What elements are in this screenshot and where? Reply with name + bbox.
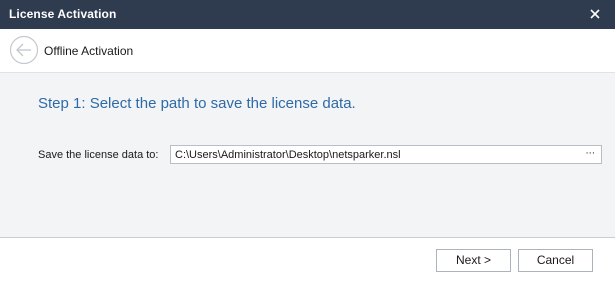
next-button[interactable]: Next > (436, 249, 511, 272)
path-field[interactable]: ··· (170, 145, 602, 164)
back-arrow-icon (9, 35, 39, 65)
path-label: Save the license data to: (38, 149, 159, 161)
back-button[interactable] (9, 35, 39, 65)
page-header: Offline Activation (0, 29, 615, 73)
title-bar: License Activation (0, 0, 615, 29)
license-activation-window: License Activation Offline Activation St… (0, 0, 615, 282)
cancel-button[interactable]: Cancel (518, 249, 593, 272)
close-icon[interactable] (587, 6, 603, 22)
step-title: Step 1: Select the path to save the lice… (38, 95, 356, 112)
path-input[interactable] (175, 147, 575, 162)
content-area: Step 1: Select the path to save the lice… (0, 73, 615, 237)
page-subtitle: Offline Activation (44, 44, 134, 58)
footer: Next > Cancel (0, 237, 615, 282)
window-title: License Activation (9, 7, 117, 21)
browse-button[interactable]: ··· (582, 146, 598, 163)
